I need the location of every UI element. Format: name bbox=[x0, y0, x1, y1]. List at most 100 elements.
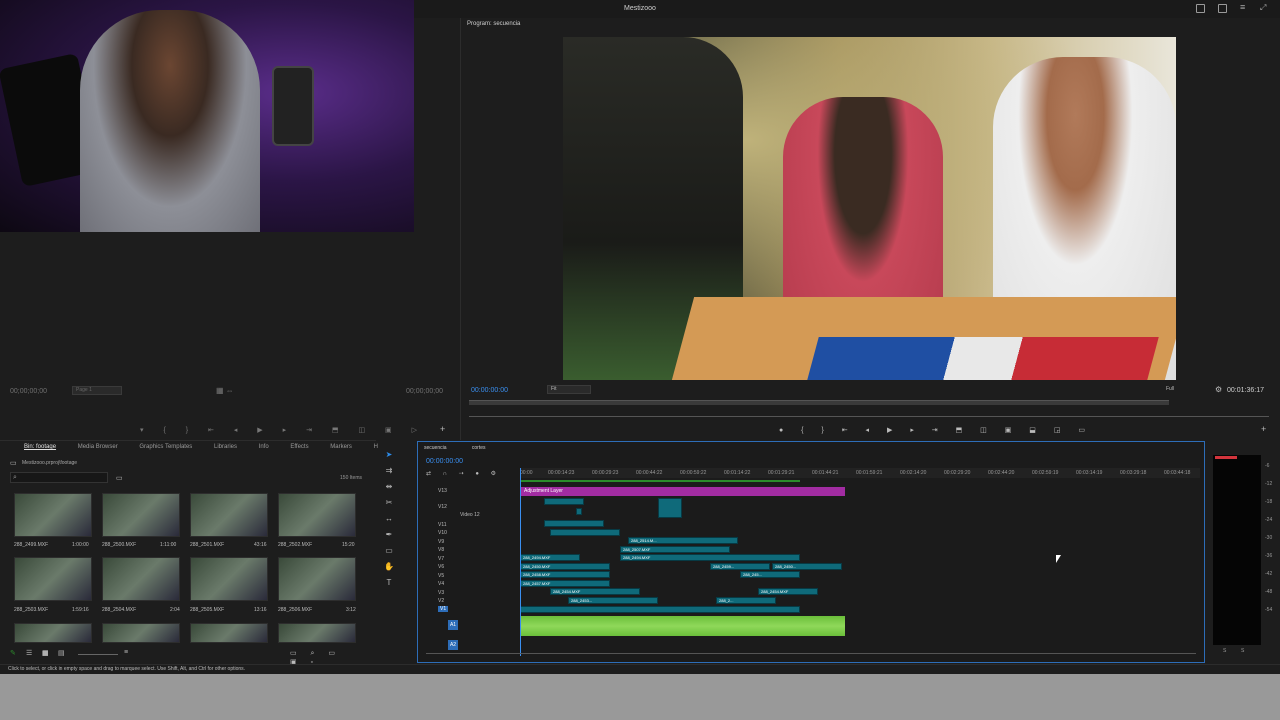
timeline-clip[interactable]: 288_2494.MXF bbox=[520, 554, 580, 561]
audio-clip-a1[interactable] bbox=[520, 616, 845, 636]
audio-track-a1[interactable]: A1 bbox=[448, 620, 458, 630]
track-label[interactable]: V7 bbox=[438, 556, 444, 562]
timeline-clip[interactable] bbox=[544, 520, 604, 527]
track-label[interactable]: V12 bbox=[438, 504, 447, 510]
clip-thumbnail[interactable] bbox=[102, 493, 180, 537]
track-label[interactable]: V6 bbox=[438, 564, 444, 570]
razor-tool-icon[interactable]: ✂ bbox=[384, 498, 394, 508]
source-transport-controls[interactable]: ▾ { } ⇤ ◂ ▶ ▸ ⇥ ⬒ ◫ ▣ ▷ bbox=[140, 426, 426, 434]
menu-icon[interactable]: ≡ bbox=[1240, 3, 1249, 13]
timeline-tool-icons[interactable]: ⇄ ∩ ⇢ ● ⚙ bbox=[426, 470, 501, 477]
clip-thumbnail[interactable] bbox=[14, 623, 92, 643]
sort-icon[interactable]: ≡ bbox=[124, 649, 128, 656]
wrench-icon[interactable]: ⚙ bbox=[1215, 385, 1222, 394]
timeline-clip[interactable]: 288_2457.MXF bbox=[520, 580, 610, 587]
clip-thumbnail[interactable] bbox=[278, 493, 356, 537]
clip-thumbnail[interactable] bbox=[190, 623, 268, 643]
timeline-clip[interactable] bbox=[550, 529, 620, 536]
playhead[interactable] bbox=[520, 468, 521, 656]
tab-cortes[interactable]: cortes bbox=[472, 445, 486, 451]
clip-thumbnail[interactable] bbox=[102, 623, 180, 643]
icon-view-icon[interactable]: ▦ bbox=[42, 649, 49, 657]
rectangle-tool-icon[interactable]: ▭ bbox=[384, 546, 394, 556]
timeline-clip-v1[interactable] bbox=[520, 606, 800, 613]
project-search-input[interactable]: ⌕ bbox=[10, 472, 108, 483]
tab-bin-footage[interactable]: Bin: footage bbox=[24, 444, 56, 450]
timeline-clip[interactable]: 288_2494.MXF bbox=[620, 554, 800, 561]
clip-thumbnail[interactable] bbox=[14, 557, 92, 601]
clip-thumbnail[interactable] bbox=[14, 493, 92, 537]
timeline-clip[interactable]: 288_2453... bbox=[568, 597, 658, 604]
timeline-clip[interactable] bbox=[544, 498, 584, 505]
track-label[interactable]: V13 bbox=[438, 488, 447, 494]
clip-thumbnail[interactable] bbox=[190, 493, 268, 537]
time-ruler[interactable]: 00:00 00:00:14:23 00:00:29:23 00:00:44:2… bbox=[520, 468, 1200, 478]
clip-thumbnail[interactable] bbox=[278, 623, 356, 643]
track-label-v1[interactable]: V1 bbox=[438, 606, 449, 612]
new-bin-icon[interactable]: ▭ bbox=[116, 474, 123, 482]
timeline-clip[interactable]: 288_2454.MXF bbox=[550, 588, 640, 595]
timeline-clip[interactable]: 288_245... bbox=[740, 571, 800, 578]
freeform-view-icon[interactable]: ▤ bbox=[58, 649, 65, 657]
program-add-icon[interactable]: + bbox=[1261, 424, 1266, 434]
track-label[interactable]: V8 bbox=[438, 547, 444, 553]
timeline-clip[interactable]: 288_2458.MXF bbox=[520, 571, 610, 578]
track-label[interactable]: V4 bbox=[438, 581, 444, 587]
share-icon[interactable] bbox=[1218, 4, 1227, 13]
timeline-clip[interactable]: 288_2514.M... bbox=[628, 537, 738, 544]
zoom-slider[interactable] bbox=[78, 654, 118, 655]
selection-tool-icon[interactable]: ➤ bbox=[384, 450, 394, 460]
clip-thumbnail[interactable] bbox=[102, 557, 180, 601]
hand-tool-icon[interactable]: ✋ bbox=[384, 562, 394, 572]
track-label[interactable]: V10 bbox=[438, 530, 447, 536]
program-timecode[interactable]: 00:00:00:00 bbox=[471, 387, 508, 394]
program-zoom-bar[interactable] bbox=[469, 400, 1169, 405]
tab-info[interactable]: Info bbox=[259, 444, 269, 450]
pencil-icon[interactable]: ✎ bbox=[10, 649, 16, 657]
timeline-timecode[interactable]: 00:00:00:00 bbox=[426, 458, 463, 465]
clip-thumbnail[interactable] bbox=[278, 557, 356, 601]
timeline-clip[interactable]: 288_2454.MXF bbox=[758, 588, 818, 595]
tab-libraries[interactable]: Libraries bbox=[214, 444, 237, 450]
program-title[interactable]: Program: secuencia bbox=[467, 21, 520, 27]
quality-select[interactable]: Full bbox=[1166, 385, 1204, 394]
track-label[interactable]: V5 bbox=[438, 573, 444, 579]
tab-markers[interactable]: Markers bbox=[330, 444, 352, 450]
slip-tool-icon[interactable]: ↔ bbox=[384, 514, 394, 524]
solo-button[interactable]: S bbox=[1223, 648, 1226, 654]
audio-track-a2[interactable]: A2 bbox=[448, 640, 458, 650]
timeline-clip[interactable]: 288_2507.MXF bbox=[620, 546, 730, 553]
tab-secuencia[interactable]: secuencia bbox=[424, 445, 447, 451]
type-tool-icon[interactable]: T bbox=[384, 578, 394, 588]
fullscreen-icon[interactable]: ⤢ bbox=[1260, 4, 1269, 13]
source-timecode-in[interactable]: 00;00;00;00 bbox=[10, 388, 47, 395]
tab-effects[interactable]: Effects bbox=[290, 444, 308, 450]
timeline-clip[interactable]: 288_2... bbox=[716, 597, 776, 604]
timeline-scrollbar[interactable] bbox=[426, 653, 1196, 654]
adjustment-layer-clip[interactable]: Adjustment Layer bbox=[520, 487, 845, 496]
ripple-edit-tool-icon[interactable]: ⇹ bbox=[384, 482, 394, 492]
track-label[interactable]: V3 bbox=[438, 590, 444, 596]
track-label[interactable]: V9 bbox=[438, 539, 444, 545]
list-view-icon[interactable]: ☰ bbox=[26, 649, 32, 657]
timeline-clip[interactable] bbox=[658, 498, 682, 518]
program-transport-controls[interactable]: ● { } ⇤ ◂ ▶ ▸ ⇥ ⬒ ◫ ▣ ⬓ ◲ ▭ bbox=[779, 426, 1093, 434]
track-label[interactable]: V2 bbox=[438, 598, 444, 604]
page-select[interactable]: Page 1 bbox=[72, 386, 122, 395]
solo-button[interactable]: S bbox=[1241, 648, 1244, 654]
zoom-select[interactable]: Fit bbox=[547, 385, 591, 394]
source-settings-icon[interactable]: ▦ ⇔ bbox=[216, 386, 234, 395]
program-scrubber[interactable] bbox=[469, 416, 1269, 417]
timeline-clip[interactable]: 288_2450.MXF bbox=[520, 563, 610, 570]
timeline-clip[interactable] bbox=[576, 508, 582, 515]
track-label[interactable]: V11 bbox=[438, 522, 447, 528]
pen-tool-icon[interactable]: ✒ bbox=[384, 530, 394, 540]
timeline-clip[interactable]: 288_2450... bbox=[772, 563, 842, 570]
tab-media-browser[interactable]: Media Browser bbox=[78, 444, 118, 450]
workspace-icon[interactable] bbox=[1196, 4, 1205, 13]
track-select-tool-icon[interactable]: ⇉ bbox=[384, 466, 394, 476]
timeline-clip[interactable]: 288_2459... bbox=[710, 563, 770, 570]
source-add-icon[interactable]: + bbox=[440, 424, 445, 434]
clip-thumbnail[interactable] bbox=[190, 557, 268, 601]
tab-graphics-templates[interactable]: Graphics Templates bbox=[139, 444, 192, 450]
